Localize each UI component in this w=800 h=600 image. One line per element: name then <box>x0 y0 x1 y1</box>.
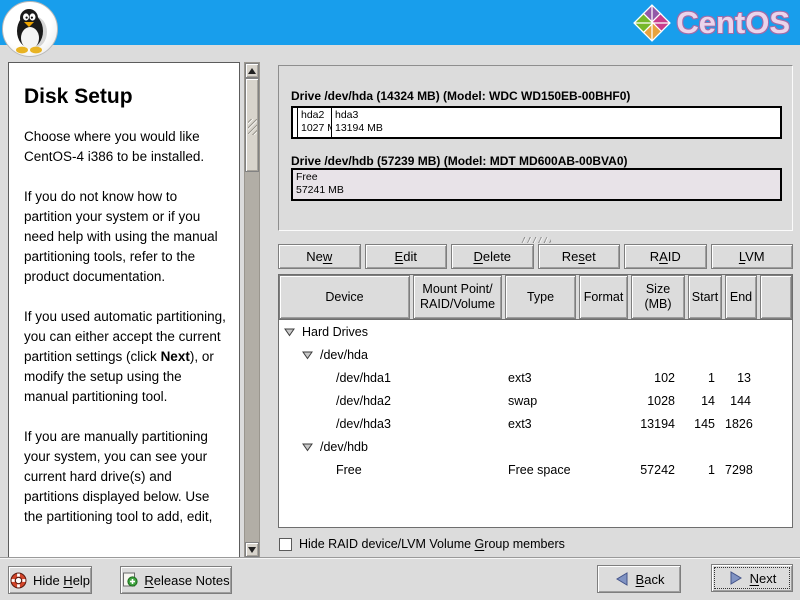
drive-hda-label: Drive /dev/hda (14324 MB) (Model: WDC WD… <box>291 89 630 103</box>
partition-segment-hda2[interactable]: hda2 1027 M <box>298 108 332 137</box>
column-header-end[interactable]: End <box>725 275 757 319</box>
brand-name: CentOS <box>676 5 790 41</box>
footer-separator <box>0 557 800 559</box>
back-button[interactable]: Back <box>597 565 681 593</box>
delete-button[interactable]: Delete <box>451 244 534 269</box>
centos-star-icon <box>633 4 671 42</box>
drive-hda-bar[interactable]: hda2 1027 M hda3 13194 MB <box>291 106 782 139</box>
centos-brand: CentOS <box>633 3 790 43</box>
next-button[interactable]: Next <box>711 564 793 592</box>
help-paragraph: If you do not know how to partition your… <box>24 187 226 287</box>
scroll-down-button[interactable] <box>245 542 259 557</box>
partition-segment-hda3[interactable]: hda3 13194 MB <box>332 108 780 137</box>
column-header-start[interactable]: Start <box>688 275 722 319</box>
new-button[interactable]: New <box>278 244 361 269</box>
partition-table-body: Hard Drives /dev/hda /dev/hda1 <box>279 319 792 527</box>
reset-button[interactable]: Reset <box>538 244 621 269</box>
drives-overview-frame: Drive /dev/hda (14324 MB) (Model: WDC WD… <box>278 65 793 231</box>
column-header-size[interactable]: Size(MB) <box>631 275 685 319</box>
table-row-dev-hda3[interactable]: /dev/hda3 ext3 13194 145 1826 <box>279 412 792 435</box>
scroll-up-button[interactable] <box>245 63 259 78</box>
help-scrollbar[interactable] <box>244 62 260 558</box>
table-row-dev-hda1[interactable]: /dev/hda1 ext3 102 1 13 <box>279 366 792 389</box>
life-ring-icon <box>10 572 27 589</box>
partition-table: Device Mount Point/RAID/Volume Type Form… <box>278 274 793 528</box>
release-notes-button[interactable]: Release Notes <box>120 566 232 594</box>
hide-raid-option: Hide RAID device/LVM Volume Group member… <box>279 537 565 551</box>
help-paragraph: Choose where you would like CentOS-4 i38… <box>24 127 226 167</box>
help-panel: Disk Setup Choose where you would like C… <box>8 62 240 558</box>
scroll-down-icon <box>248 547 256 553</box>
hide-help-button[interactable]: Hide Help <box>8 566 92 594</box>
tux-logo-badge <box>2 1 58 57</box>
column-header-format[interactable]: Format <box>579 275 628 319</box>
next-keyword: Next <box>161 349 190 364</box>
pane-resize-grip[interactable] <box>521 237 551 243</box>
table-row-hard-drives[interactable]: Hard Drives <box>279 320 792 343</box>
table-row-dev-hdb[interactable]: /dev/hdb <box>279 435 792 458</box>
scrollbar-thumb[interactable] <box>245 78 259 172</box>
scrollbar-grip-icon <box>248 119 257 135</box>
partition-segment-free[interactable]: Free 57241 MB <box>293 170 780 199</box>
lvm-button[interactable]: LVM <box>711 244 794 269</box>
release-notes-icon <box>122 572 138 588</box>
edit-button[interactable]: Edit <box>365 244 448 269</box>
raid-button[interactable]: RAID <box>624 244 707 269</box>
scroll-up-icon <box>248 68 256 74</box>
column-header-mount[interactable]: Mount Point/RAID/Volume <box>413 275 502 319</box>
hide-raid-label: Hide RAID device/LVM Volume Group member… <box>299 537 565 551</box>
column-header-type[interactable]: Type <box>505 275 576 319</box>
column-header-blank <box>760 275 792 319</box>
help-paragraph: If you are manually partitioning your sy… <box>24 427 226 527</box>
arrow-right-icon <box>728 570 744 586</box>
help-paragraph: If you used automatic partitioning, you … <box>24 307 226 407</box>
partition-action-toolbar: New Edit Delete Reset RAID LVM <box>278 244 793 269</box>
expander-open-icon[interactable] <box>302 442 313 452</box>
tux-penguin-icon <box>3 2 57 56</box>
partition-table-header: Device Mount Point/RAID/Volume Type Form… <box>279 275 792 319</box>
table-row-free[interactable]: Free Free space 57242 1 7298 <box>279 458 792 481</box>
table-row-dev-hda[interactable]: /dev/hda <box>279 343 792 366</box>
expander-open-icon[interactable] <box>302 350 313 360</box>
page-title: Disk Setup <box>24 85 226 109</box>
drive-hdb-bar[interactable]: Free 57241 MB <box>291 168 782 201</box>
table-row-dev-hda2[interactable]: /dev/hda2 swap 1028 14 144 <box>279 389 792 412</box>
column-header-device[interactable]: Device <box>279 275 410 319</box>
arrow-left-icon <box>614 571 630 587</box>
drive-hdb-label: Drive /dev/hdb (57239 MB) (Model: MDT MD… <box>291 154 628 168</box>
expander-open-icon[interactable] <box>284 327 295 337</box>
centos-installer-disk-setup: { "header": { "brand": "CentOS" }, "help… <box>0 0 800 600</box>
hide-raid-checkbox[interactable] <box>279 538 292 551</box>
